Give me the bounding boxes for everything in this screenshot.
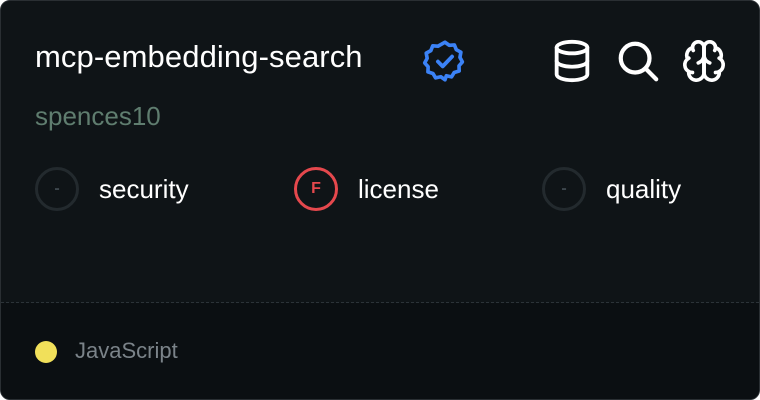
score-badge: - (542, 167, 586, 211)
repo-owner[interactable]: spences10 (35, 98, 161, 134)
language-name: JavaScript (75, 338, 178, 363)
repo-name[interactable]: mcp-embedding-search (35, 37, 363, 77)
search-icon[interactable] (615, 38, 661, 84)
score-security[interactable]: - security (35, 164, 189, 214)
card-footer: JavaScript (1, 303, 759, 399)
score-quality[interactable]: - quality (542, 164, 681, 214)
card-body: mcp-embedding-search spences10 - securit… (1, 1, 759, 301)
score-label: security (99, 173, 189, 204)
database-icon[interactable] (549, 38, 595, 84)
repo-card[interactable]: mcp-embedding-search spences10 - securit… (0, 0, 760, 400)
score-label: license (358, 173, 439, 204)
score-badge: F (294, 167, 338, 211)
toolbar (549, 37, 727, 85)
language-color-dot (35, 341, 57, 363)
score-badge: - (35, 167, 79, 211)
verified-badge-icon (422, 40, 465, 82)
score-list: - security F license - quality (35, 164, 759, 214)
score-license[interactable]: F license (294, 164, 439, 214)
score-label: quality (606, 173, 682, 204)
brain-icon[interactable] (681, 38, 727, 84)
